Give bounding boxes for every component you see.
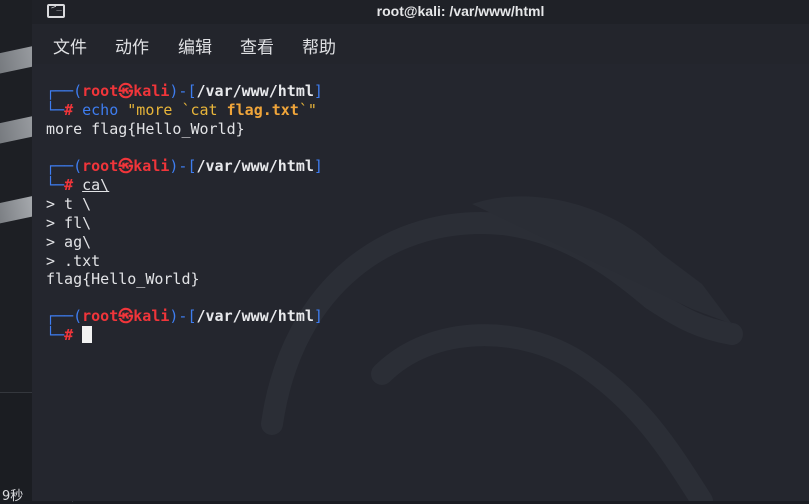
- output-line: > .txt: [46, 252, 101, 270]
- command-line-3[interactable]: └─#: [46, 326, 93, 345]
- output-line: flag{Hello_World}: [46, 270, 200, 288]
- output-line: > fl\: [46, 214, 92, 232]
- prompt-line-3: ┌──(root㉿kali)-[/var/www/html]: [46, 307, 323, 325]
- menu-file[interactable]: 文件: [53, 33, 87, 58]
- title-bar[interactable]: >_ root@kali: /var/www/html: [32, 0, 809, 24]
- menu-edit[interactable]: 编辑: [178, 33, 212, 58]
- menu-view[interactable]: 查看: [240, 33, 274, 58]
- terminal-content[interactable]: ┌──(root㉿kali)-[/var/www/html] └─# echo …: [32, 64, 809, 501]
- menu-bar: 文件 动作 编辑 查看 帮助: [32, 24, 809, 64]
- command-line-1: └─# echo "more `cat flag.txt`": [46, 101, 317, 119]
- terminal-window[interactable]: >_ root@kali: /var/www/html 文件 动作 编辑 查看 …: [32, 0, 809, 501]
- desktop-notification-text: 9秒: [2, 489, 24, 504]
- prompt-line-1: ┌──(root㉿kali)-[/var/www/html]: [46, 82, 323, 100]
- prompt-line-2: ┌──(root㉿kali)-[/var/www/html]: [46, 157, 323, 175]
- output-line: more flag{Hello_World}: [46, 120, 245, 138]
- output-line: > t \: [46, 195, 92, 213]
- text-cursor: [82, 326, 93, 343]
- menu-action[interactable]: 动作: [115, 33, 149, 58]
- menu-help[interactable]: 帮助: [302, 33, 336, 58]
- command-line-2: └─# ca\: [46, 176, 110, 194]
- window-title: root@kali: /var/www/html: [376, 3, 545, 19]
- output-line: > ag\: [46, 233, 92, 251]
